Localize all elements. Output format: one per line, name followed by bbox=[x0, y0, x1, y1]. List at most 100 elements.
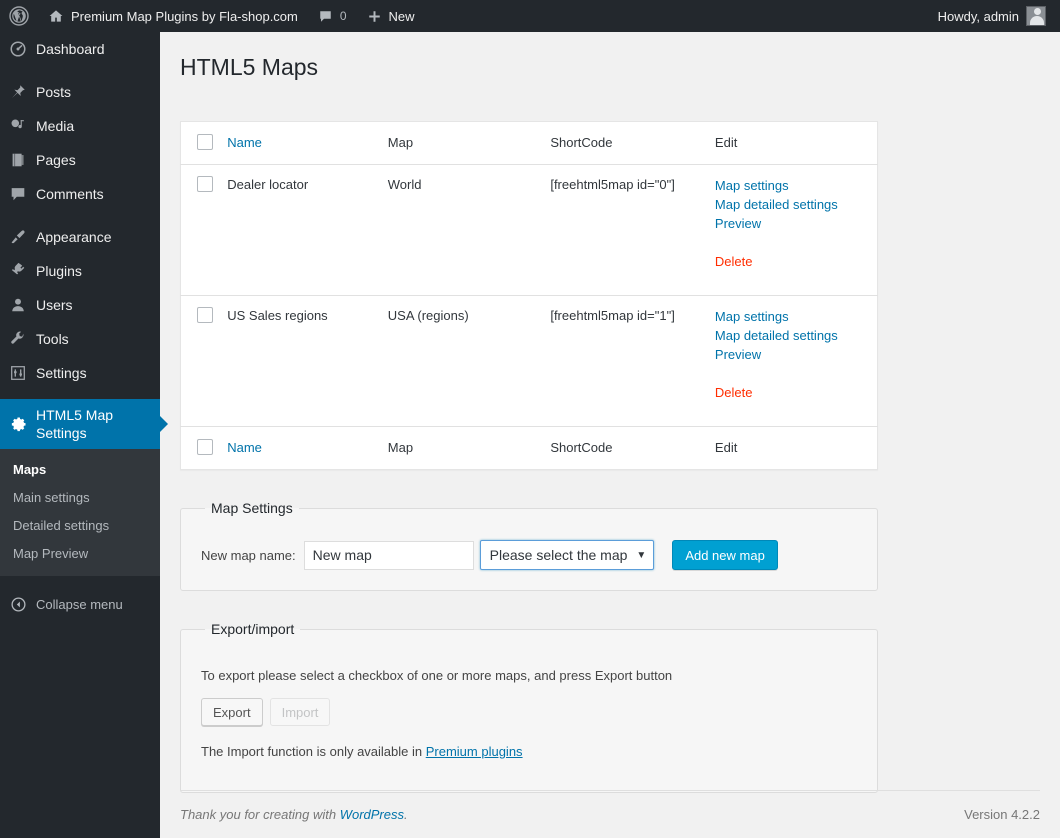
sidebar-label: Settings bbox=[36, 364, 99, 382]
footer-thanks-prefix: Thank you for creating with bbox=[180, 807, 340, 822]
sidebar-item-media[interactable]: Media bbox=[0, 109, 160, 143]
sort-by-name-link[interactable]: Name bbox=[227, 135, 262, 150]
maps-table: Name Map ShortCode Edit Dealer locator W… bbox=[180, 121, 878, 470]
sidebar-item-posts[interactable]: Posts bbox=[0, 75, 160, 109]
sidebar-label: Appearance bbox=[36, 228, 124, 246]
import-note: The Import function is only available in… bbox=[201, 744, 857, 759]
sidebar-submenu: Maps Main settings Detailed settings Map… bbox=[0, 449, 160, 576]
table-header-row: Name Map ShortCode Edit bbox=[181, 122, 878, 165]
row-map: World bbox=[388, 165, 551, 296]
sidebar-item-pages[interactable]: Pages bbox=[0, 143, 160, 177]
comments-count: 0 bbox=[340, 9, 347, 23]
plug-icon bbox=[0, 262, 36, 280]
collapse-menu-button[interactable]: Collapse menu bbox=[0, 586, 160, 622]
sidebar-item-comments[interactable]: Comments bbox=[0, 177, 160, 211]
export-button[interactable]: Export bbox=[201, 698, 263, 726]
preview-link[interactable]: Preview bbox=[715, 214, 867, 233]
delete-link[interactable]: Delete bbox=[715, 383, 867, 402]
row-shortcode: [freehtml5map id="0"] bbox=[550, 165, 715, 296]
sidebar-label: Tools bbox=[36, 330, 81, 348]
my-account-menu[interactable]: Howdy, admin bbox=[928, 0, 1060, 32]
main-content: HTML5 Maps Name Map ShortCode Edit bbox=[160, 32, 1060, 838]
row-map: USA (regions) bbox=[388, 296, 551, 427]
content-wrap: Name Map ShortCode Edit Dealer locator W… bbox=[160, 121, 1060, 793]
sidebar-divider bbox=[0, 66, 160, 75]
admin-sidebar-menu: Dashboard Posts Media Pages Comments App… bbox=[0, 32, 160, 838]
chevron-down-icon: ▼ bbox=[636, 550, 646, 561]
preview-link[interactable]: Preview bbox=[715, 345, 867, 364]
wordpress-link[interactable]: WordPress bbox=[340, 807, 404, 822]
maps-table-foot: Name Map ShortCode Edit bbox=[181, 427, 878, 470]
select-all-checkbox-footer[interactable] bbox=[197, 439, 213, 455]
column-footer-map: Map bbox=[388, 427, 551, 470]
map-detailed-settings-link[interactable]: Map detailed settings bbox=[715, 326, 867, 345]
sidebar-label: Dashboard bbox=[36, 40, 117, 58]
wordpress-logo-icon bbox=[9, 6, 29, 26]
sidebar-label: Users bbox=[36, 296, 85, 314]
new-map-row: New map name: Please select the map ▼ Ad… bbox=[201, 540, 857, 570]
row-checkbox[interactable] bbox=[197, 176, 213, 192]
site-name-label: Premium Map Plugins by Fla-shop.com bbox=[71, 9, 298, 24]
export-import-panel: Export/import To export please select a … bbox=[180, 621, 878, 793]
new-label: New bbox=[389, 9, 415, 24]
column-header-name: Name bbox=[227, 122, 388, 165]
delete-link[interactable]: Delete bbox=[715, 252, 867, 271]
premium-plugins-link[interactable]: Premium plugins bbox=[426, 744, 523, 759]
column-footer-name: Name bbox=[227, 427, 388, 470]
row-edit-actions: Map settings Map detailed settings Previ… bbox=[715, 296, 878, 427]
sidebar-item-dashboard[interactable]: Dashboard bbox=[0, 32, 160, 66]
sort-by-name-link-footer[interactable]: Name bbox=[227, 440, 262, 455]
map-detailed-settings-link[interactable]: Map detailed settings bbox=[715, 195, 867, 214]
admin-bar: Premium Map Plugins by Fla-shop.com 0 Ne… bbox=[0, 0, 1060, 32]
map-settings-panel: Map Settings New map name: Please select… bbox=[180, 500, 878, 591]
import-note-prefix: The Import function is only available in bbox=[201, 744, 426, 759]
wordpress-logo-menu[interactable] bbox=[0, 0, 38, 32]
sidebar-item-plugins[interactable]: Plugins bbox=[0, 254, 160, 288]
new-map-name-input[interactable] bbox=[304, 541, 474, 570]
sidebar-label: Plugins bbox=[36, 262, 94, 280]
table-row: US Sales regions USA (regions) [freehtml… bbox=[181, 296, 878, 427]
sidebar-item-html5-map-settings[interactable]: HTML5 Map Settings bbox=[0, 399, 160, 449]
export-hint-text: To export please select a checkbox of on… bbox=[201, 667, 857, 685]
sidebar-item-appearance[interactable]: Appearance bbox=[0, 220, 160, 254]
column-footer-shortcode: ShortCode bbox=[550, 427, 715, 470]
add-new-map-button[interactable]: Add new map bbox=[672, 540, 778, 570]
gear-icon bbox=[0, 415, 36, 434]
export-import-buttons: Export Import bbox=[201, 698, 857, 726]
pin-icon bbox=[0, 83, 36, 101]
sidebar-item-tools[interactable]: Tools bbox=[0, 322, 160, 356]
home-icon bbox=[48, 8, 64, 24]
submenu-item-detailed-settings[interactable]: Detailed settings bbox=[0, 512, 160, 540]
dashboard-icon bbox=[0, 40, 36, 58]
comments-menu[interactable]: 0 bbox=[308, 0, 357, 32]
row-checkbox[interactable] bbox=[197, 307, 213, 323]
row-select-cell bbox=[181, 165, 228, 296]
howdy-label: Howdy, admin bbox=[938, 9, 1019, 24]
table-footer-row: Name Map ShortCode Edit bbox=[181, 427, 878, 470]
column-header-shortcode: ShortCode bbox=[550, 122, 715, 165]
sidebar-label: Media bbox=[36, 117, 86, 135]
user-icon bbox=[0, 296, 36, 314]
sidebar-label: HTML5 Map Settings bbox=[36, 406, 160, 442]
new-content-menu[interactable]: New bbox=[357, 0, 425, 32]
new-map-name-label: New map name: bbox=[201, 548, 296, 563]
map-settings-link[interactable]: Map settings bbox=[715, 176, 867, 195]
sidebar-divider bbox=[0, 390, 160, 399]
map-type-select-value: Please select the map bbox=[490, 547, 628, 563]
submenu-item-maps[interactable]: Maps bbox=[0, 456, 160, 484]
sidebar-label: Comments bbox=[36, 185, 116, 203]
row-name: US Sales regions bbox=[227, 296, 388, 427]
row-shortcode: [freehtml5map id="1"] bbox=[550, 296, 715, 427]
sidebar-divider bbox=[0, 211, 160, 220]
column-footer-edit: Edit bbox=[715, 427, 878, 470]
sidebar-label: Posts bbox=[36, 83, 83, 101]
map-type-select[interactable]: Please select the map ▼ bbox=[480, 540, 655, 570]
import-button: Import bbox=[270, 698, 331, 726]
site-name-menu[interactable]: Premium Map Plugins by Fla-shop.com bbox=[38, 0, 308, 32]
map-settings-link[interactable]: Map settings bbox=[715, 307, 867, 326]
sidebar-item-settings[interactable]: Settings bbox=[0, 356, 160, 390]
sidebar-item-users[interactable]: Users bbox=[0, 288, 160, 322]
submenu-item-main-settings[interactable]: Main settings bbox=[0, 484, 160, 512]
select-all-checkbox[interactable] bbox=[197, 134, 213, 150]
submenu-item-map-preview[interactable]: Map Preview bbox=[0, 540, 160, 568]
